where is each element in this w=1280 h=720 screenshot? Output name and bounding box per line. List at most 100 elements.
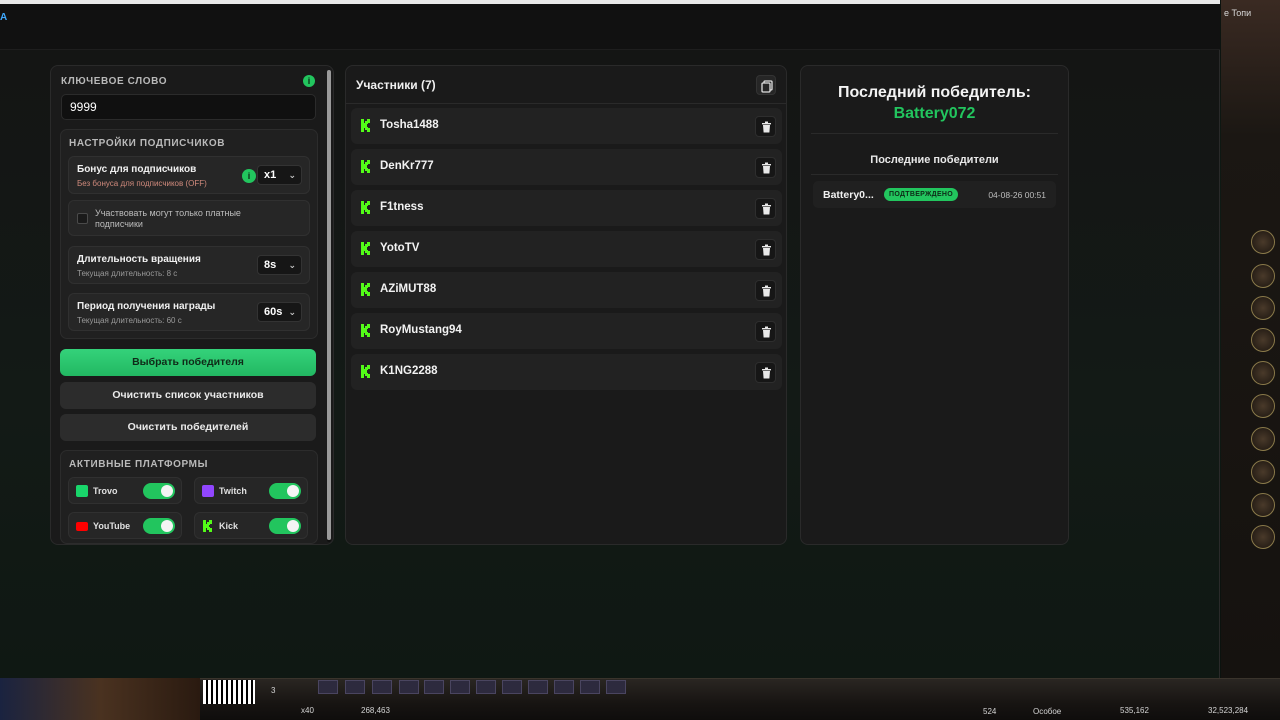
qr-code-icon xyxy=(203,680,255,704)
delete-participant-button[interactable] xyxy=(755,239,776,260)
participant-row: Tosha1488 xyxy=(351,108,782,144)
reward-period-select[interactable]: 60s ⌄ xyxy=(257,302,302,322)
platform-label: Trovo xyxy=(93,486,118,496)
skill-slot[interactable] xyxy=(450,680,470,694)
skill-slot[interactable] xyxy=(502,680,522,694)
kick-icon xyxy=(361,365,370,378)
trash-icon xyxy=(762,285,771,297)
copy-icon xyxy=(761,80,773,93)
winner-panel: Последний победитель: Battery072 Последн… xyxy=(800,65,1069,545)
platform-label: Kick xyxy=(219,521,239,531)
delete-participant-button[interactable] xyxy=(755,280,776,301)
skill-slot[interactable] xyxy=(528,680,548,694)
recent-winner-row: Battery0... ПОДТВЕРЖДЕНО 04-08-26 00:51 xyxy=(813,181,1056,208)
kick-icon xyxy=(361,201,370,214)
keyword-input[interactable] xyxy=(61,94,316,120)
skill-slot[interactable] xyxy=(372,680,392,694)
subscriber-settings-box: НАСТРОЙКИ ПОДПИСЧИКОВ Бонус для подписчи… xyxy=(60,129,318,339)
spin-duration-select[interactable]: 8s ⌄ xyxy=(257,255,302,275)
delete-participant-button[interactable] xyxy=(755,157,776,178)
info-icon[interactable]: i xyxy=(242,169,256,183)
skill-slot[interactable] xyxy=(476,680,496,694)
bonus-select[interactable]: x1 ⌄ xyxy=(257,165,302,185)
skill-slot[interactable] xyxy=(318,680,338,694)
reward-period-row: Период получения награды Текущая длитель… xyxy=(68,293,310,331)
trash-icon xyxy=(762,203,771,215)
game-stat: 3 xyxy=(271,686,276,695)
paid-only-label: Участвовать могут только платные подписч… xyxy=(95,208,241,229)
clear-participants-button[interactable]: Очистить список участников xyxy=(60,382,316,409)
kick-icon xyxy=(361,242,370,255)
platform-toggle-trovo[interactable] xyxy=(143,483,175,499)
settings-scrollbar[interactable] xyxy=(327,70,331,542)
reward-period-value: 60s xyxy=(264,306,283,318)
kick-icon xyxy=(203,520,212,532)
trash-icon xyxy=(762,121,771,133)
pick-winner-button[interactable]: Выбрать победителя xyxy=(60,349,316,376)
subscriber-bonus-row: Бонус для подписчиков Без бонуса для под… xyxy=(68,156,310,194)
game-menu-icon[interactable] xyxy=(1251,230,1275,254)
platform-trovo: Trovo xyxy=(68,477,182,504)
copy-button[interactable] xyxy=(756,75,776,95)
keyword-title: КЛЮЧЕВОЕ СЛОВО xyxy=(61,76,168,87)
participant-row: YotoTV xyxy=(351,231,782,267)
game-menu-icon[interactable] xyxy=(1251,328,1275,352)
participant-name: Tosha1488 xyxy=(380,119,439,131)
game-top-right-text: е Топи xyxy=(1224,8,1252,18)
kick-icon xyxy=(361,324,370,337)
active-platforms-title: АКТИВНЫЕ ПЛАТФОРМЫ xyxy=(69,459,208,470)
participants-header: Участники (7) xyxy=(346,66,786,104)
info-icon[interactable]: i xyxy=(303,75,315,87)
delete-participant-button[interactable] xyxy=(755,362,776,383)
participant-row: DenKr777 xyxy=(351,149,782,185)
skill-slot[interactable] xyxy=(424,680,444,694)
game-menu-icon[interactable] xyxy=(1251,460,1275,484)
participant-name: DenKr777 xyxy=(380,160,434,172)
game-menu-icon[interactable] xyxy=(1251,361,1275,385)
skill-slot[interactable] xyxy=(580,680,600,694)
participant-name: F1tness xyxy=(380,201,424,213)
last-winner-name: Battery072 xyxy=(893,105,976,122)
participants-list: Tosha1488 DenKr777 F1tness YotoTV AZiMUT88 Ro… xyxy=(351,108,782,395)
game-stat: 535,162 xyxy=(1120,706,1149,715)
paid-only-row[interactable]: Участвовать могут только платные подписч… xyxy=(68,200,310,236)
spin-duration-hint: Текущая длительность: 8 с xyxy=(77,269,178,278)
game-menu-icon[interactable] xyxy=(1251,427,1275,451)
platform-toggle-youtube[interactable] xyxy=(143,518,175,534)
app-window: A КЛЮЧЕВОЕ СЛОВО i НАСТРОЙКИ ПОДПИСЧИКОВ… xyxy=(0,0,1220,678)
reward-period-hint: Текущая длительность: 60 с xyxy=(77,316,182,325)
delete-participant-button[interactable] xyxy=(755,321,776,342)
participant-row: F1tness xyxy=(351,190,782,226)
skill-slot[interactable] xyxy=(554,680,574,694)
subscriber-bonus-hint: Без бонуса для подписчиков (OFF) xyxy=(77,179,207,188)
skill-slot[interactable] xyxy=(399,680,419,694)
participant-row: AZiMUT88 xyxy=(351,272,782,308)
status-badge: ПОДТВЕРЖДЕНО xyxy=(884,188,959,201)
game-menu-icon[interactable] xyxy=(1251,264,1275,288)
game-menu-icon[interactable] xyxy=(1251,493,1275,517)
participant-row: RoyMustang94 xyxy=(351,313,782,349)
platform-toggle-kick[interactable] xyxy=(269,518,301,534)
participant-name: AZiMUT88 xyxy=(380,283,437,295)
platform-youtube: YouTube xyxy=(68,512,182,539)
platform-toggle-twitch[interactable] xyxy=(269,483,301,499)
scrollbar-thumb[interactable] xyxy=(327,70,331,540)
paid-only-checkbox[interactable] xyxy=(77,213,88,224)
skill-slot[interactable] xyxy=(345,680,365,694)
clear-winners-button[interactable]: Очистить победителей xyxy=(60,414,316,441)
spin-duration-row: Длительность вращения Текущая длительнос… xyxy=(68,246,310,284)
settings-panel: КЛЮЧЕВОЕ СЛОВО i НАСТРОЙКИ ПОДПИСЧИКОВ Б… xyxy=(50,65,334,545)
participant-name: K1NG2288 xyxy=(380,365,438,377)
platform-twitch: Twitch xyxy=(194,477,308,504)
game-menu-icon[interactable] xyxy=(1251,394,1275,418)
divider xyxy=(811,174,1058,175)
active-platforms-box: АКТИВНЫЕ ПЛАТФОРМЫ Trovo Twitch YouTube xyxy=(60,450,318,544)
skill-slot[interactable] xyxy=(606,680,626,694)
delete-participant-button[interactable] xyxy=(755,198,776,219)
game-menu-icon[interactable] xyxy=(1251,296,1275,320)
platform-kick: Kick xyxy=(194,512,308,539)
game-menu-icon[interactable] xyxy=(1251,525,1275,549)
delete-participant-button[interactable] xyxy=(755,116,776,137)
subscriber-settings-title: НАСТРОЙКИ ПОДПИСЧИКОВ xyxy=(69,138,226,149)
game-stat: x40 xyxy=(301,706,314,715)
